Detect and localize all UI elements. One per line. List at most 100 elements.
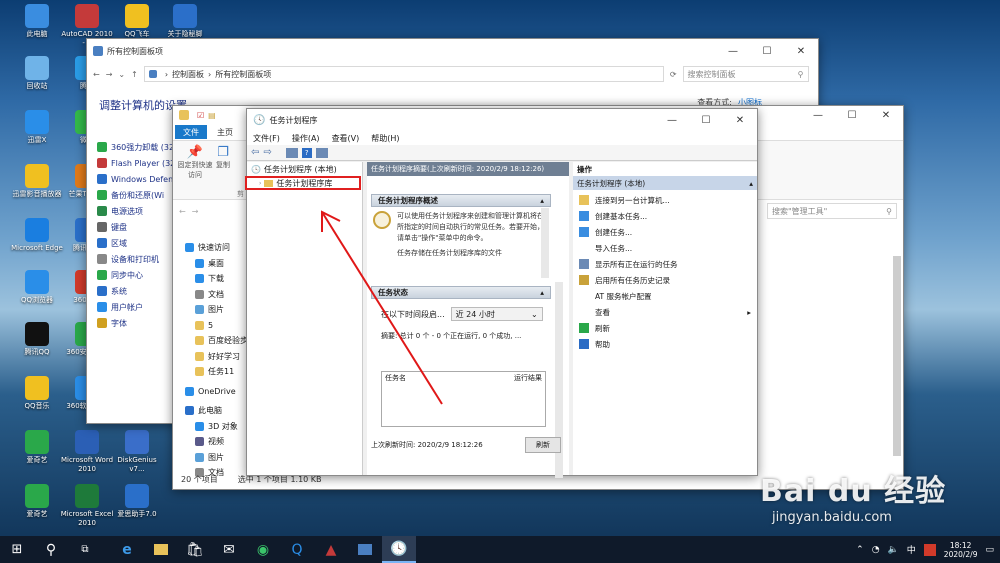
control-panel-item[interactable]: Flash Player (32 bbox=[97, 155, 179, 171]
nav-item[interactable]: 任务11 bbox=[181, 364, 251, 380]
control-panel-item[interactable]: 同步中心 bbox=[97, 267, 179, 283]
desktop-icon[interactable]: 爱奇艺 bbox=[10, 430, 64, 465]
desktop-icon[interactable]: 爱奇艺 bbox=[10, 484, 64, 519]
network-icon[interactable]: ◔ bbox=[872, 545, 880, 555]
action-item[interactable]: AT 服务帐户配置 bbox=[573, 288, 757, 304]
tab-file[interactable]: 文件 bbox=[175, 125, 207, 139]
action-item[interactable]: 显示所有正在运行的任务 bbox=[573, 256, 757, 272]
search-input[interactable]: 搜索控制面板 ⚲ bbox=[682, 66, 809, 82]
actions-group-header[interactable]: 任务计划程序 (本地) ▴ bbox=[573, 176, 757, 190]
nav-item[interactable]: 5 bbox=[181, 318, 251, 334]
desktop-icon[interactable]: 爱思助手7.0 bbox=[110, 484, 164, 519]
action-item[interactable]: 刷新 bbox=[573, 320, 757, 336]
taskbar-store[interactable]: 🛍 bbox=[178, 536, 212, 563]
chevron-down-icon[interactable]: ⌄ bbox=[118, 70, 125, 79]
maximize-button[interactable]: ☐ bbox=[689, 109, 723, 131]
nav-item[interactable]: 3D 对象 bbox=[181, 419, 251, 435]
action-item[interactable]: 连接到另一台计算机... bbox=[573, 192, 757, 208]
control-panel-item[interactable]: 键盘 bbox=[97, 219, 179, 235]
desktop-icon[interactable]: 迅雷影音播放器 bbox=[10, 164, 64, 199]
close-button[interactable]: ✕ bbox=[869, 106, 903, 124]
minimize-button[interactable]: — bbox=[801, 106, 835, 124]
menu-file[interactable]: 文件(F) bbox=[253, 133, 280, 144]
action-item[interactable]: 启用所有任务历史记录 bbox=[573, 272, 757, 288]
breadcrumb-control-panel[interactable]: 控制面板 bbox=[172, 69, 204, 80]
period-select[interactable]: 近 24 小时 ⌄ bbox=[450, 307, 543, 321]
action-item[interactable]: 帮助 bbox=[573, 336, 757, 352]
taskbar-autocad[interactable]: ▲ bbox=[314, 536, 348, 563]
search-button[interactable]: ⚲ bbox=[34, 536, 68, 563]
desktop-icon[interactable]: Microsoft Word 2010 bbox=[60, 430, 114, 474]
pin-button[interactable]: 📌 固定到快速访问 bbox=[177, 145, 213, 180]
action-item[interactable]: 导入任务... bbox=[573, 240, 757, 256]
overview-scrollbar[interactable] bbox=[541, 208, 549, 278]
control-panel-item[interactable]: 用户帐户 bbox=[97, 299, 179, 315]
chevron-up-icon[interactable]: ⌃ bbox=[856, 545, 864, 555]
desktop-icon[interactable]: 此电脑 bbox=[10, 4, 64, 39]
desktop-icon[interactable]: 迅雷X bbox=[10, 110, 64, 145]
volume-icon[interactable]: 🔈 bbox=[888, 545, 899, 555]
desktop-icon[interactable]: Microsoft Edge bbox=[10, 218, 64, 253]
action-item[interactable]: 创建基本任务... bbox=[573, 208, 757, 224]
taskbar-edge[interactable]: e bbox=[110, 536, 144, 563]
nav-item[interactable]: 图片 bbox=[181, 450, 251, 466]
copy-button[interactable]: ❐ 复制 bbox=[211, 145, 235, 170]
minimize-button[interactable]: — bbox=[716, 39, 750, 63]
back-icon[interactable]: ← bbox=[93, 70, 100, 79]
desktop-icon[interactable]: DiskGenius v7... bbox=[110, 430, 164, 474]
desktop-icon[interactable]: QQ飞车 bbox=[110, 4, 164, 39]
taskbar-explorer[interactable] bbox=[144, 536, 178, 563]
explorer-scrollbar[interactable] bbox=[893, 256, 901, 456]
menu-action[interactable]: 操作(A) bbox=[292, 133, 320, 144]
nav-item[interactable]: 图片 bbox=[181, 302, 251, 318]
show-hide-tree-icon[interactable] bbox=[285, 147, 298, 158]
close-button[interactable]: ✕ bbox=[723, 109, 757, 131]
desktop-icon[interactable]: Microsoft Excel 2010 bbox=[60, 484, 114, 528]
col-task-name[interactable]: 任务名 bbox=[385, 373, 406, 383]
help-icon[interactable]: ? bbox=[301, 147, 312, 158]
tree-library-item[interactable]: › 任务计划程序库 bbox=[245, 176, 361, 190]
taskbar-task-scheduler[interactable]: 🕓 bbox=[382, 536, 416, 563]
ime-indicator[interactable]: 中 bbox=[907, 543, 916, 556]
desktop-icon[interactable]: QQ音乐 bbox=[10, 376, 64, 411]
maximize-button[interactable]: ☐ bbox=[835, 106, 869, 124]
forward-icon[interactable]: → bbox=[106, 70, 113, 79]
control-panel-item[interactable]: 字体 bbox=[97, 315, 179, 331]
show-action-pane-icon[interactable] bbox=[315, 147, 328, 158]
taskbar-qq-browser[interactable]: Q bbox=[280, 536, 314, 563]
control-panel-item[interactable]: 区域 bbox=[97, 235, 179, 251]
taskbar-video[interactable]: ◉ bbox=[246, 536, 280, 563]
nav-item[interactable]: 好好学习 bbox=[181, 349, 251, 365]
menu-view[interactable]: 查看(V) bbox=[332, 133, 360, 144]
control-panel-item[interactable]: Windows Defen bbox=[97, 171, 179, 187]
collapse-icon[interactable]: ▴ bbox=[540, 196, 544, 205]
address-bar[interactable]: › 控制面板 › 所有控制面板项 bbox=[143, 66, 664, 82]
nav-item[interactable]: 下载 bbox=[181, 271, 251, 287]
start-button[interactable]: ⊞ bbox=[0, 536, 34, 563]
desktop-icon[interactable]: 腾讯QQ bbox=[10, 322, 64, 357]
forward-icon[interactable]: → bbox=[192, 207, 199, 216]
refresh-icon[interactable]: ⟳ bbox=[670, 70, 677, 79]
control-panel-item[interactable]: 备份和还原(Wi bbox=[97, 187, 179, 203]
explorer-search-input[interactable]: 搜索"管理工具" ⚲ bbox=[767, 203, 897, 219]
tree-root[interactable]: 🕓 任务计划程序 (本地) bbox=[247, 162, 362, 176]
taskbar-control-panel[interactable] bbox=[348, 536, 382, 563]
control-panel-item[interactable]: 电源选项 bbox=[97, 203, 179, 219]
nav-item[interactable]: OneDrive bbox=[181, 384, 251, 400]
desktop-icon[interactable]: QQ浏览器 bbox=[10, 270, 64, 305]
forward-icon[interactable]: ⇨ bbox=[263, 147, 271, 158]
back-icon[interactable]: ⇦ bbox=[251, 147, 259, 158]
maximize-button[interactable]: ☐ bbox=[750, 39, 784, 63]
desktop-icon[interactable]: 关于隐秘脚 bbox=[158, 4, 212, 39]
control-panel-item[interactable]: 系统 bbox=[97, 283, 179, 299]
back-icon[interactable]: ← bbox=[179, 207, 186, 216]
col-run-result[interactable]: 运行结果 bbox=[514, 373, 542, 383]
collapse-icon[interactable]: ▴ bbox=[540, 288, 544, 297]
refresh-button[interactable]: 刷新 bbox=[525, 437, 561, 453]
nav-item[interactable]: 此电脑 bbox=[181, 403, 251, 419]
nav-item[interactable]: 百度经验步 bbox=[181, 333, 251, 349]
minimize-button[interactable]: — bbox=[655, 109, 689, 131]
nav-item[interactable]: 桌面 bbox=[181, 256, 251, 272]
action-item[interactable]: 查看 ▸ bbox=[573, 304, 757, 320]
breadcrumb-all-items[interactable]: 所有控制面板项 bbox=[215, 69, 271, 80]
